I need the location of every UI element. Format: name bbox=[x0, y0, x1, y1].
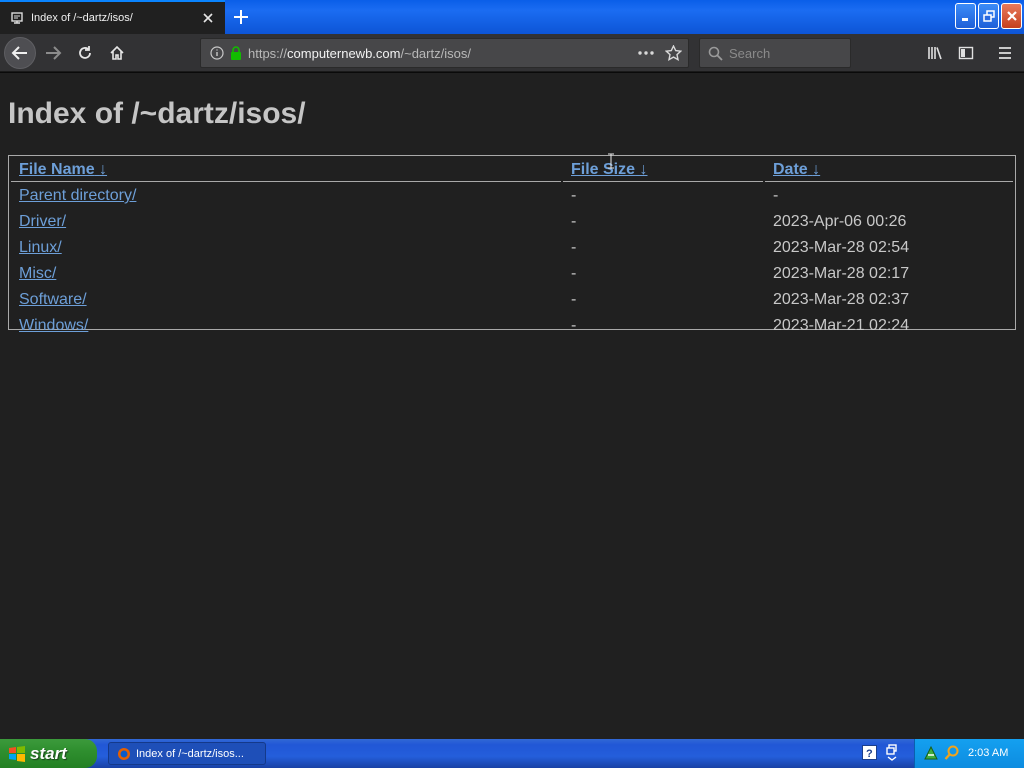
file-size-cell: - bbox=[571, 239, 577, 256]
minimize-icon bbox=[961, 18, 968, 21]
tab-title: Index of /~dartz/isos/ bbox=[31, 12, 133, 24]
network-icon[interactable] bbox=[923, 745, 939, 761]
restore-button[interactable] bbox=[978, 3, 999, 29]
directory-link-windows[interactable]: Windows/ bbox=[19, 317, 88, 334]
text-cursor-icon bbox=[608, 153, 614, 169]
date-cell: 2023-Mar-21 02:24 bbox=[773, 317, 910, 334]
restore-windows-icon[interactable] bbox=[886, 744, 898, 762]
table-row: Parent directory/ - - bbox=[11, 184, 1013, 208]
search-icon[interactable] bbox=[944, 745, 960, 761]
column-header-date[interactable]: Date ↓ bbox=[765, 158, 1013, 182]
table-row: Driver/ - 2023-Apr-06 00:26 bbox=[11, 210, 1013, 234]
home-icon bbox=[110, 45, 124, 60]
forward-button[interactable] bbox=[39, 39, 67, 67]
library-icon bbox=[928, 47, 942, 60]
close-icon bbox=[1006, 11, 1017, 21]
start-label: start bbox=[30, 743, 67, 763]
url-prefix: https:// bbox=[248, 45, 288, 61]
sort-arrow-icon: ↓ bbox=[812, 160, 821, 178]
listing-header-row: File Name ↓ File Size ↓ Date ↓ bbox=[11, 158, 1013, 182]
file-size-cell: - bbox=[571, 265, 577, 282]
page-favicon-icon bbox=[10, 11, 24, 25]
directory-listing: File Name ↓ File Size ↓ Date ↓ Parent di… bbox=[8, 155, 1016, 334]
restore-icon bbox=[982, 10, 995, 22]
search-placeholder: Search bbox=[729, 45, 771, 61]
sort-arrow-icon: ↓ bbox=[99, 160, 108, 178]
home-button[interactable] bbox=[103, 39, 131, 67]
minimize-button[interactable] bbox=[955, 3, 976, 29]
file-size-cell: - bbox=[571, 317, 577, 334]
directory-link-misc[interactable]: Misc/ bbox=[19, 265, 56, 282]
tab-active[interactable]: Index of /~dartz/isos/ bbox=[0, 0, 225, 34]
plus-icon bbox=[234, 10, 248, 24]
browser-app-icon bbox=[117, 747, 131, 761]
url-bar[interactable]: https://computernewb.com/~dartz/isos/ bbox=[200, 38, 689, 68]
close-icon[interactable] bbox=[201, 11, 215, 25]
table-row: Linux/ - 2023-Mar-28 02:54 bbox=[11, 236, 1013, 260]
page-title: Index of /~dartz/isos/ bbox=[8, 97, 306, 130]
column-label-date[interactable]: Date ↓ bbox=[773, 161, 820, 178]
system-tray: 2:03 AM bbox=[914, 739, 1024, 768]
file-size-cell: - bbox=[571, 291, 577, 308]
back-arrow-icon bbox=[11, 46, 27, 60]
listing-table: File Name ↓ File Size ↓ Date ↓ Parent di… bbox=[9, 156, 1015, 340]
taskbar-item-label: Index of /~dartz/isos... bbox=[136, 747, 244, 760]
table-row: Software/ - 2023-Mar-28 02:37 bbox=[11, 288, 1013, 312]
window-close-button[interactable] bbox=[1001, 3, 1022, 29]
url-host: computernewb.com bbox=[287, 45, 401, 61]
library-button[interactable] bbox=[921, 39, 949, 67]
forward-arrow-icon bbox=[46, 46, 62, 60]
search-bar[interactable]: Search bbox=[699, 38, 851, 68]
url-text[interactable]: https://computernewb.com/~dartz/isos/ bbox=[248, 46, 471, 61]
lock-icon bbox=[230, 46, 242, 60]
column-header-file-name[interactable]: File Name ↓ bbox=[11, 158, 561, 182]
directory-link-linux[interactable]: Linux/ bbox=[19, 239, 62, 256]
hamburger-menu-icon bbox=[999, 47, 1011, 59]
table-row: Misc/ - 2023-Mar-28 02:17 bbox=[11, 262, 1013, 286]
column-label-file-name[interactable]: File Name ↓ bbox=[19, 161, 107, 178]
date-cell: 2023-Mar-28 02:37 bbox=[773, 291, 910, 308]
table-row: Windows/ - 2023-Mar-21 02:24 bbox=[11, 314, 1013, 338]
svg-text:?: ? bbox=[866, 748, 873, 760]
taskbar: start Index of /~dartz/isos... ? 2:03 AM bbox=[0, 739, 1024, 768]
sort-arrow-icon: ↓ bbox=[639, 160, 648, 178]
tab-strip: Index of /~dartz/isos/ bbox=[0, 0, 1024, 34]
back-button[interactable] bbox=[4, 37, 36, 69]
navigation-toolbar: https://computernewb.com/~dartz/isos/ Se… bbox=[0, 34, 1024, 72]
taskbar-item-browser[interactable]: Index of /~dartz/isos... bbox=[108, 742, 266, 765]
directory-link-driver[interactable]: Driver/ bbox=[19, 213, 66, 230]
search-icon bbox=[708, 46, 723, 61]
sidebar-button[interactable] bbox=[952, 39, 980, 67]
url-path: /~dartz/isos/ bbox=[400, 45, 471, 61]
date-cell: 2023-Mar-28 02:17 bbox=[773, 265, 910, 282]
new-tab-button[interactable] bbox=[229, 5, 253, 29]
clock[interactable]: 2:03 AM bbox=[968, 747, 1008, 759]
reload-button[interactable] bbox=[71, 39, 99, 67]
sidebar-icon bbox=[958, 46, 974, 60]
info-icon[interactable] bbox=[210, 46, 224, 60]
windows-flag-icon bbox=[8, 745, 26, 763]
start-button[interactable]: start bbox=[0, 739, 97, 768]
bookmark-star-icon[interactable] bbox=[665, 45, 682, 61]
help-icon[interactable]: ? bbox=[862, 745, 877, 760]
directory-link-parent[interactable]: Parent directory/ bbox=[19, 187, 136, 204]
reload-icon bbox=[79, 46, 91, 59]
page-content: Index of /~dartz/isos/ File Name ↓ File … bbox=[0, 73, 1024, 739]
date-cell: 2023-Mar-28 02:54 bbox=[773, 239, 910, 256]
file-size-cell: - bbox=[571, 187, 577, 204]
menu-button[interactable] bbox=[991, 39, 1019, 67]
date-cell: - bbox=[773, 187, 779, 204]
file-size-cell: - bbox=[571, 213, 577, 230]
date-cell: 2023-Apr-06 00:26 bbox=[773, 213, 907, 230]
page-actions-icon[interactable] bbox=[637, 46, 655, 60]
directory-link-software[interactable]: Software/ bbox=[19, 291, 87, 308]
column-header-file-size[interactable]: File Size ↓ bbox=[563, 158, 763, 182]
